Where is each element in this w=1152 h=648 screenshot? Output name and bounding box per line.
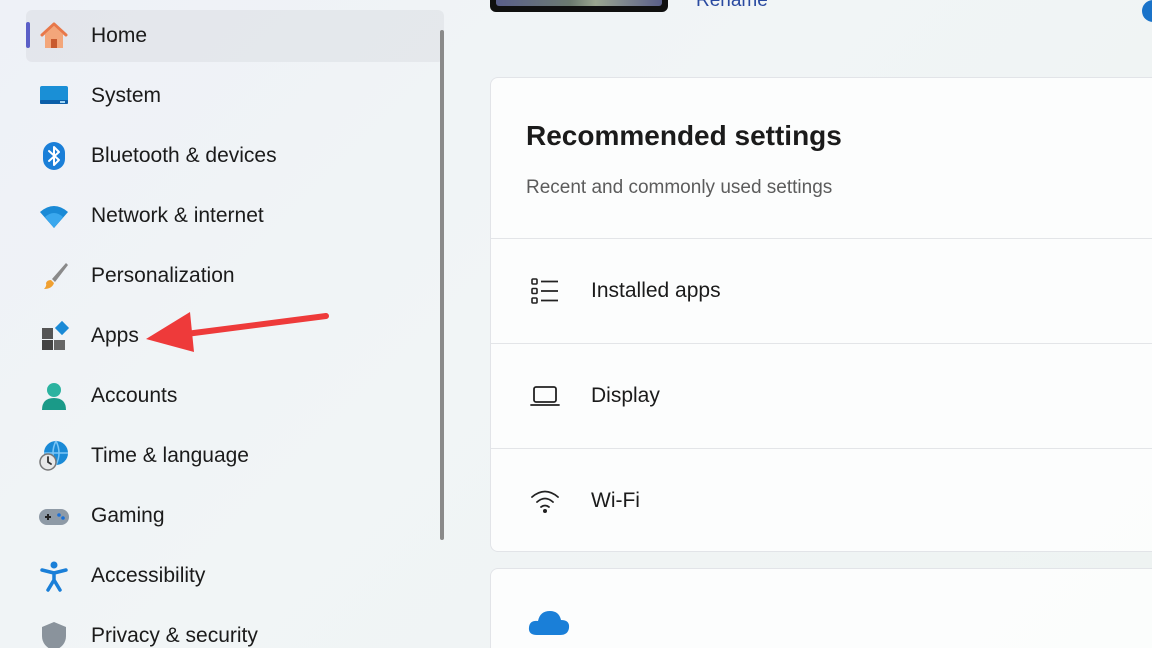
sidebar-item-label: Gaming xyxy=(91,504,165,527)
globe-clock-icon xyxy=(38,440,70,472)
sidebar-item-apps[interactable]: Apps xyxy=(26,310,444,362)
row-installed-apps[interactable]: Installed apps xyxy=(491,238,1152,342)
wifi-icon xyxy=(527,483,563,519)
list-icon xyxy=(527,273,563,309)
sidebar-item-label: Accessibility xyxy=(91,564,206,587)
sidebar-item-time-language[interactable]: Time & language xyxy=(26,430,444,482)
sidebar-item-personalization[interactable]: Personalization xyxy=(26,250,444,302)
paintbrush-icon xyxy=(38,260,70,292)
sidebar-item-label: Personalization xyxy=(91,264,235,287)
sidebar-item-bluetooth[interactable]: Bluetooth & devices xyxy=(26,130,444,182)
card-subtitle: Recent and commonly used settings xyxy=(526,177,833,198)
row-label: Installed apps xyxy=(591,278,721,302)
wallpaper-preview xyxy=(496,0,662,6)
sidebar-nav: Home System Bluetooth & devices Network … xyxy=(0,0,450,648)
recommended-settings-card: Recommended settings Recent and commonly… xyxy=(490,77,1152,552)
sidebar-item-label: System xyxy=(91,84,162,107)
rename-link[interactable]: Rename xyxy=(696,0,768,12)
apps-icon xyxy=(38,320,70,352)
shield-icon xyxy=(38,620,70,648)
account-icon xyxy=(38,380,70,412)
sidebar-item-label: Privacy & security xyxy=(91,624,258,647)
sidebar-item-label: Network & internet xyxy=(91,204,264,227)
laptop-icon xyxy=(527,378,563,414)
sidebar-item-home[interactable]: Home xyxy=(26,10,444,62)
gamepad-icon xyxy=(38,500,70,532)
sidebar-item-system[interactable]: System xyxy=(26,70,444,122)
cloud-storage-card xyxy=(490,568,1152,648)
row-label: Wi-Fi xyxy=(591,488,640,512)
sidebar-item-label: Apps xyxy=(91,324,139,347)
sidebar-item-network[interactable]: Network & internet xyxy=(26,190,444,242)
sidebar-item-accounts[interactable]: Accounts xyxy=(26,370,444,422)
sidebar-item-accessibility[interactable]: Accessibility xyxy=(26,550,444,602)
sidebar-item-label: Accounts xyxy=(91,384,178,407)
sidebar-item-label: Bluetooth & devices xyxy=(91,144,277,167)
sidebar-item-gaming[interactable]: Gaming xyxy=(26,490,444,542)
row-display[interactable]: Display xyxy=(491,343,1152,447)
onedrive-cloud-icon xyxy=(527,607,571,642)
sidebar-item-privacy-security[interactable]: Privacy & security xyxy=(26,610,444,648)
sidebar-item-label: Home xyxy=(91,24,148,47)
card-title: Recommended settings xyxy=(526,120,842,151)
row-wifi[interactable]: Wi-Fi xyxy=(491,448,1152,551)
info-icon[interactable] xyxy=(1142,0,1152,22)
device-thumbnail xyxy=(490,0,668,12)
home-icon xyxy=(38,20,70,52)
bluetooth-icon xyxy=(38,140,70,172)
row-label: Display xyxy=(591,383,660,407)
wifi-network-icon xyxy=(38,200,70,232)
accessibility-icon xyxy=(38,560,70,592)
selection-indicator xyxy=(26,22,30,48)
sidebar-scrollbar[interactable] xyxy=(440,30,444,540)
system-icon xyxy=(38,80,70,112)
sidebar-item-label: Time & language xyxy=(91,444,249,467)
